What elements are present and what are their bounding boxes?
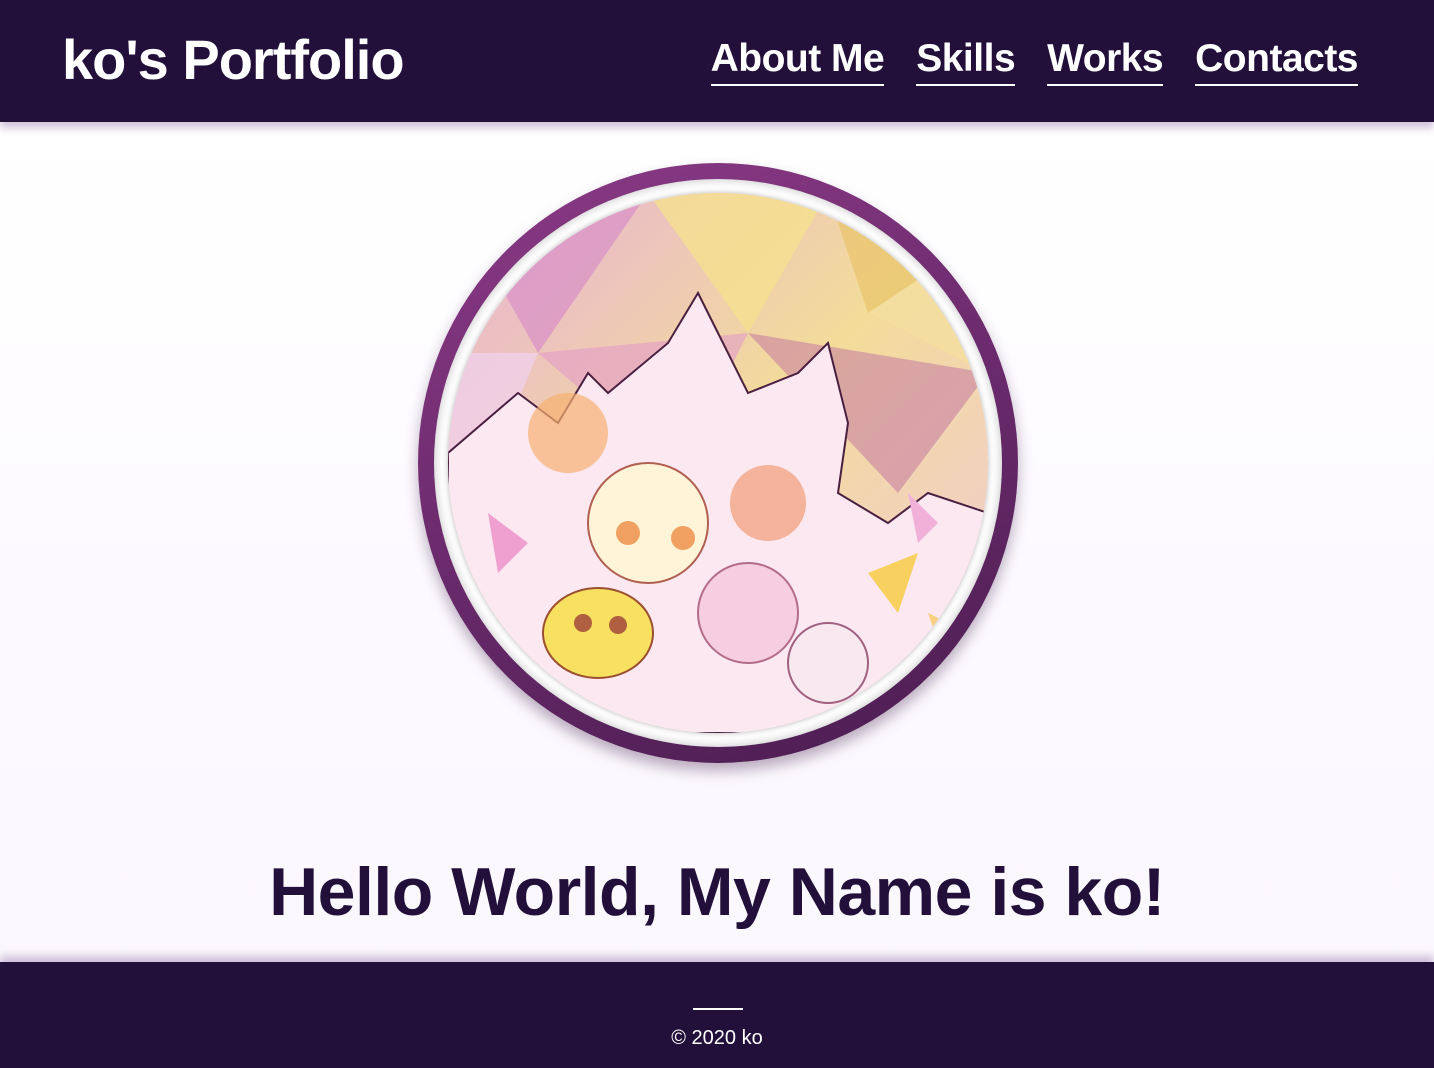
hero-section: Hello World, My Name is ko! bbox=[0, 122, 1434, 962]
avatar-illustration bbox=[448, 193, 988, 733]
site-footer: © 2020 ko bbox=[0, 962, 1434, 1068]
main-nav: About Me Skills Works Contacts bbox=[710, 36, 1358, 86]
footer-copyright: © 2020 ko bbox=[671, 1027, 763, 1049]
avatar-artwork bbox=[448, 193, 988, 733]
nav-link-works[interactable]: Works bbox=[1047, 36, 1164, 86]
site-brand[interactable]: ko's Portfolio bbox=[62, 28, 405, 92]
nav-link-contacts[interactable]: Contacts bbox=[1195, 36, 1358, 86]
hero-greeting: Hello World, My Name is ko! bbox=[269, 854, 1165, 930]
nav-link-about-me[interactable]: About Me bbox=[710, 36, 885, 86]
profile-avatar bbox=[418, 163, 1018, 763]
nav-link-skills[interactable]: Skills bbox=[916, 36, 1016, 86]
footer-divider bbox=[693, 1008, 743, 1010]
avatar-frame bbox=[434, 179, 1002, 747]
site-header: ko's Portfolio About Me Skills Works Con… bbox=[0, 0, 1434, 122]
